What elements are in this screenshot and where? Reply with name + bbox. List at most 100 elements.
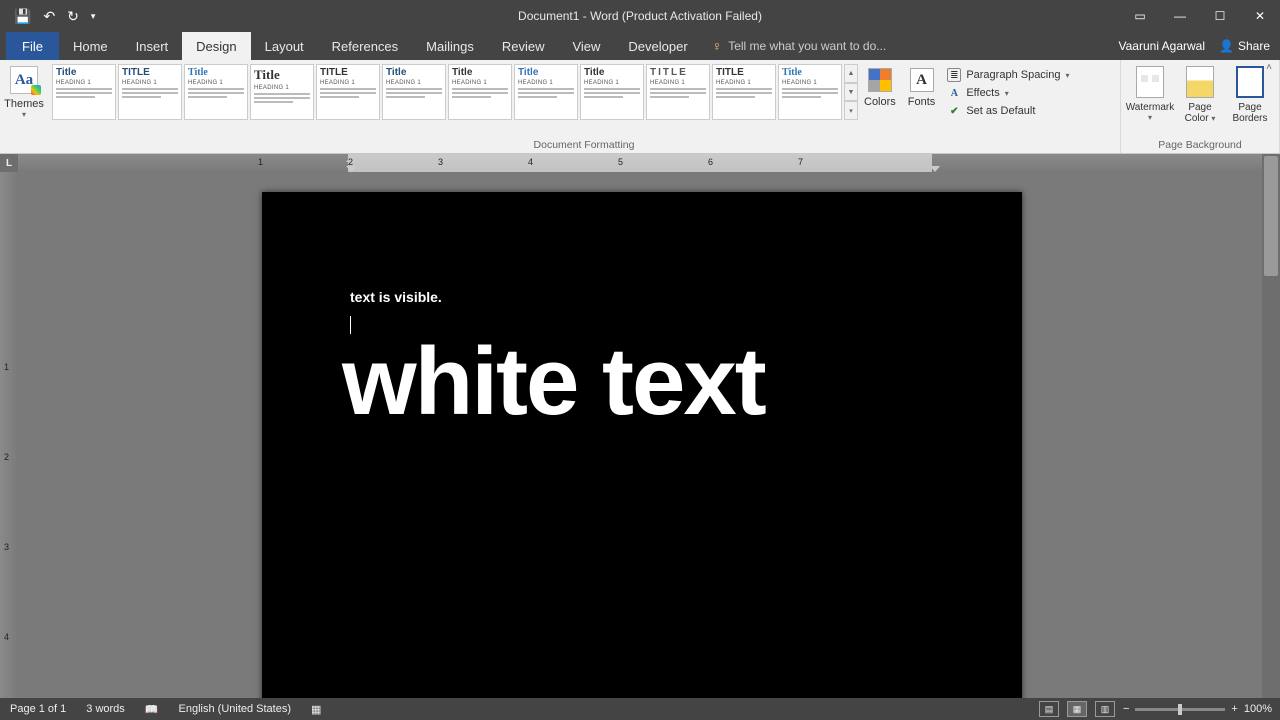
language-status[interactable]: English (United States)	[169, 703, 302, 715]
style-set-thumb[interactable]: TitleHEADING 1	[448, 64, 512, 120]
style-set-thumb[interactable]: TitleHEADING 1	[184, 64, 248, 120]
gallery-more-button[interactable]: ▾	[844, 101, 858, 120]
themes-button[interactable]: Aa Themes ▾	[4, 62, 44, 119]
zoom-slider[interactable]	[1135, 708, 1225, 711]
watermark-button[interactable]: Watermark ▾	[1125, 62, 1175, 124]
style-set-thumb[interactable]: TitleHEADING 1	[514, 64, 578, 120]
ruler-tick: 1	[4, 362, 9, 372]
gallery-up-button[interactable]: ▲	[844, 64, 858, 83]
colors-label: Colors	[864, 96, 896, 108]
tab-file[interactable]: File	[6, 32, 59, 60]
status-bar: Page 1 of 1 3 words 📖 English (United St…	[0, 698, 1280, 720]
tell-me-search[interactable]: ♀ Tell me what you want to do...	[712, 32, 887, 60]
group-themes: Aa Themes ▾	[0, 60, 48, 153]
tab-insert[interactable]: Insert	[122, 32, 183, 60]
style-set-thumb[interactable]: TITLEHEADING 1	[118, 64, 182, 120]
tab-design[interactable]: Design	[182, 32, 250, 60]
maximize-button[interactable]: ☐	[1200, 0, 1240, 32]
share-icon: 👤	[1219, 39, 1234, 53]
redo-icon[interactable]: ↻	[67, 8, 79, 25]
tab-selector[interactable]: L	[0, 154, 18, 172]
ruler-tick: 3	[4, 542, 9, 552]
close-button[interactable]: ✕	[1240, 0, 1280, 32]
style-set-thumb[interactable]: TitleHEADING 1	[580, 64, 644, 120]
style-set-gallery[interactable]: TitleHEADING 1TITLEHEADING 1TitleHEADING…	[52, 64, 842, 120]
page-background-buttons: Watermark ▾ Page Color ▾ Page Borders	[1125, 62, 1275, 124]
zoom-level[interactable]: 100%	[1244, 703, 1272, 715]
save-icon[interactable]: 💾	[14, 8, 31, 25]
lightbulb-icon: ♀	[712, 38, 723, 54]
ruler-tick: 2	[4, 452, 9, 462]
web-layout-button[interactable]: ▥	[1095, 701, 1115, 717]
title-bar: 💾 ↶ ↻ ▾ Document1 - Word (Product Activa…	[0, 0, 1280, 32]
tab-review[interactable]: Review	[488, 32, 559, 60]
themes-label: Themes	[4, 98, 44, 110]
fonts-label: Fonts	[908, 96, 936, 108]
horizontal-ruler[interactable]: 1234567	[18, 154, 1262, 172]
document-text-line: text is visible.	[350, 289, 442, 305]
page-color-icon	[1186, 66, 1214, 98]
tab-layout[interactable]: Layout	[251, 32, 318, 60]
style-set-thumb[interactable]: TitleHEADING 1	[382, 64, 446, 120]
collapse-ribbon-button[interactable]: ˄	[1262, 62, 1276, 76]
scrollbar-thumb[interactable]	[1264, 156, 1278, 276]
zoom-slider-thumb[interactable]	[1178, 704, 1182, 715]
fonts-button[interactable]: A Fonts	[902, 64, 942, 108]
zoom-control: − + 100%	[1123, 703, 1272, 715]
style-set-thumb[interactable]: TITLEHEADING 1	[316, 64, 380, 120]
style-set-thumb[interactable]: TITLEHEADING 1	[646, 64, 710, 120]
paragraph-spacing-button[interactable]: ≣Paragraph Spacing▾	[947, 68, 1069, 82]
read-mode-button[interactable]: ▤	[1039, 701, 1059, 717]
style-set-thumb[interactable]: TitleHEADING 1	[250, 64, 314, 120]
document-area[interactable]: text is visible. white text	[18, 172, 1262, 698]
style-set-thumb[interactable]: TITLEHEADING 1	[712, 64, 776, 120]
page-number-status[interactable]: Page 1 of 1	[0, 703, 76, 715]
paragraph-spacing-label: Paragraph Spacing	[966, 69, 1060, 81]
page-color-button[interactable]: Page Color ▾	[1175, 62, 1225, 124]
page-borders-icon	[1236, 66, 1264, 98]
zoom-out-button[interactable]: −	[1123, 703, 1129, 715]
window-title: Document1 - Word (Product Activation Fai…	[518, 9, 762, 23]
paragraph-spacing-icon: ≣	[947, 68, 961, 82]
ribbon: Aa Themes ▾ TitleHEADING 1TITLEHEADING 1…	[0, 60, 1280, 154]
spellcheck-status-icon[interactable]: 📖	[135, 703, 169, 716]
print-layout-button[interactable]: ▦	[1067, 701, 1087, 717]
qat-customize-icon[interactable]: ▾	[91, 11, 96, 22]
group-document-formatting: TitleHEADING 1TITLEHEADING 1TitleHEADING…	[48, 60, 1121, 153]
minimize-button[interactable]: —	[1160, 0, 1200, 32]
tab-home[interactable]: Home	[59, 32, 122, 60]
group-page-background: Watermark ▾ Page Color ▾ Page Borders Pa…	[1121, 60, 1280, 153]
ruler-tick: 7	[798, 157, 803, 167]
window-controls: ▭ — ☐ ✕	[1120, 0, 1280, 32]
colors-button[interactable]: Colors	[858, 64, 902, 108]
style-set-thumb[interactable]: TitleHEADING 1	[778, 64, 842, 120]
tab-mailings[interactable]: Mailings	[412, 32, 488, 60]
checkmark-icon: ✔	[947, 104, 961, 118]
ruler-tick: 3	[438, 157, 443, 167]
word-count-status[interactable]: 3 words	[76, 703, 135, 715]
macro-status-icon[interactable]: ▦	[301, 703, 331, 716]
vertical-ruler[interactable]: 1234	[0, 172, 18, 698]
zoom-in-button[interactable]: +	[1231, 703, 1237, 715]
status-right: ▤ ▦ ▥ − + 100%	[1039, 701, 1272, 717]
tab-developer[interactable]: Developer	[614, 32, 701, 60]
vertical-scrollbar[interactable]	[1262, 154, 1280, 698]
user-name[interactable]: Vaaruni Agarwal	[1119, 39, 1206, 53]
formatting-options: ≣ Paragraph Spacing ▾ AEffects▾ ✔Set as De…	[941, 64, 1075, 122]
undo-icon[interactable]: ↶	[43, 8, 55, 25]
tab-references[interactable]: References	[318, 32, 412, 60]
watermark-icon	[1136, 66, 1164, 98]
ibeam-cursor-icon	[804, 302, 805, 322]
chevron-down-icon: ▾	[1005, 89, 1009, 98]
set-as-default-button[interactable]: ✔Set as Default	[947, 104, 1069, 118]
page[interactable]: text is visible. white text	[262, 192, 1022, 698]
share-label: Share	[1238, 39, 1270, 53]
ruler-tick: 5	[618, 157, 623, 167]
effects-button[interactable]: AEffects▾	[947, 86, 1069, 100]
style-set-thumb[interactable]: TitleHEADING 1	[52, 64, 116, 120]
gallery-down-button[interactable]: ▼	[844, 83, 858, 102]
colors-fonts-group: Colors A Fonts	[858, 64, 941, 108]
share-button[interactable]: 👤 Share	[1219, 39, 1270, 53]
ribbon-display-options-icon[interactable]: ▭	[1120, 0, 1160, 32]
tab-view[interactable]: View	[558, 32, 614, 60]
